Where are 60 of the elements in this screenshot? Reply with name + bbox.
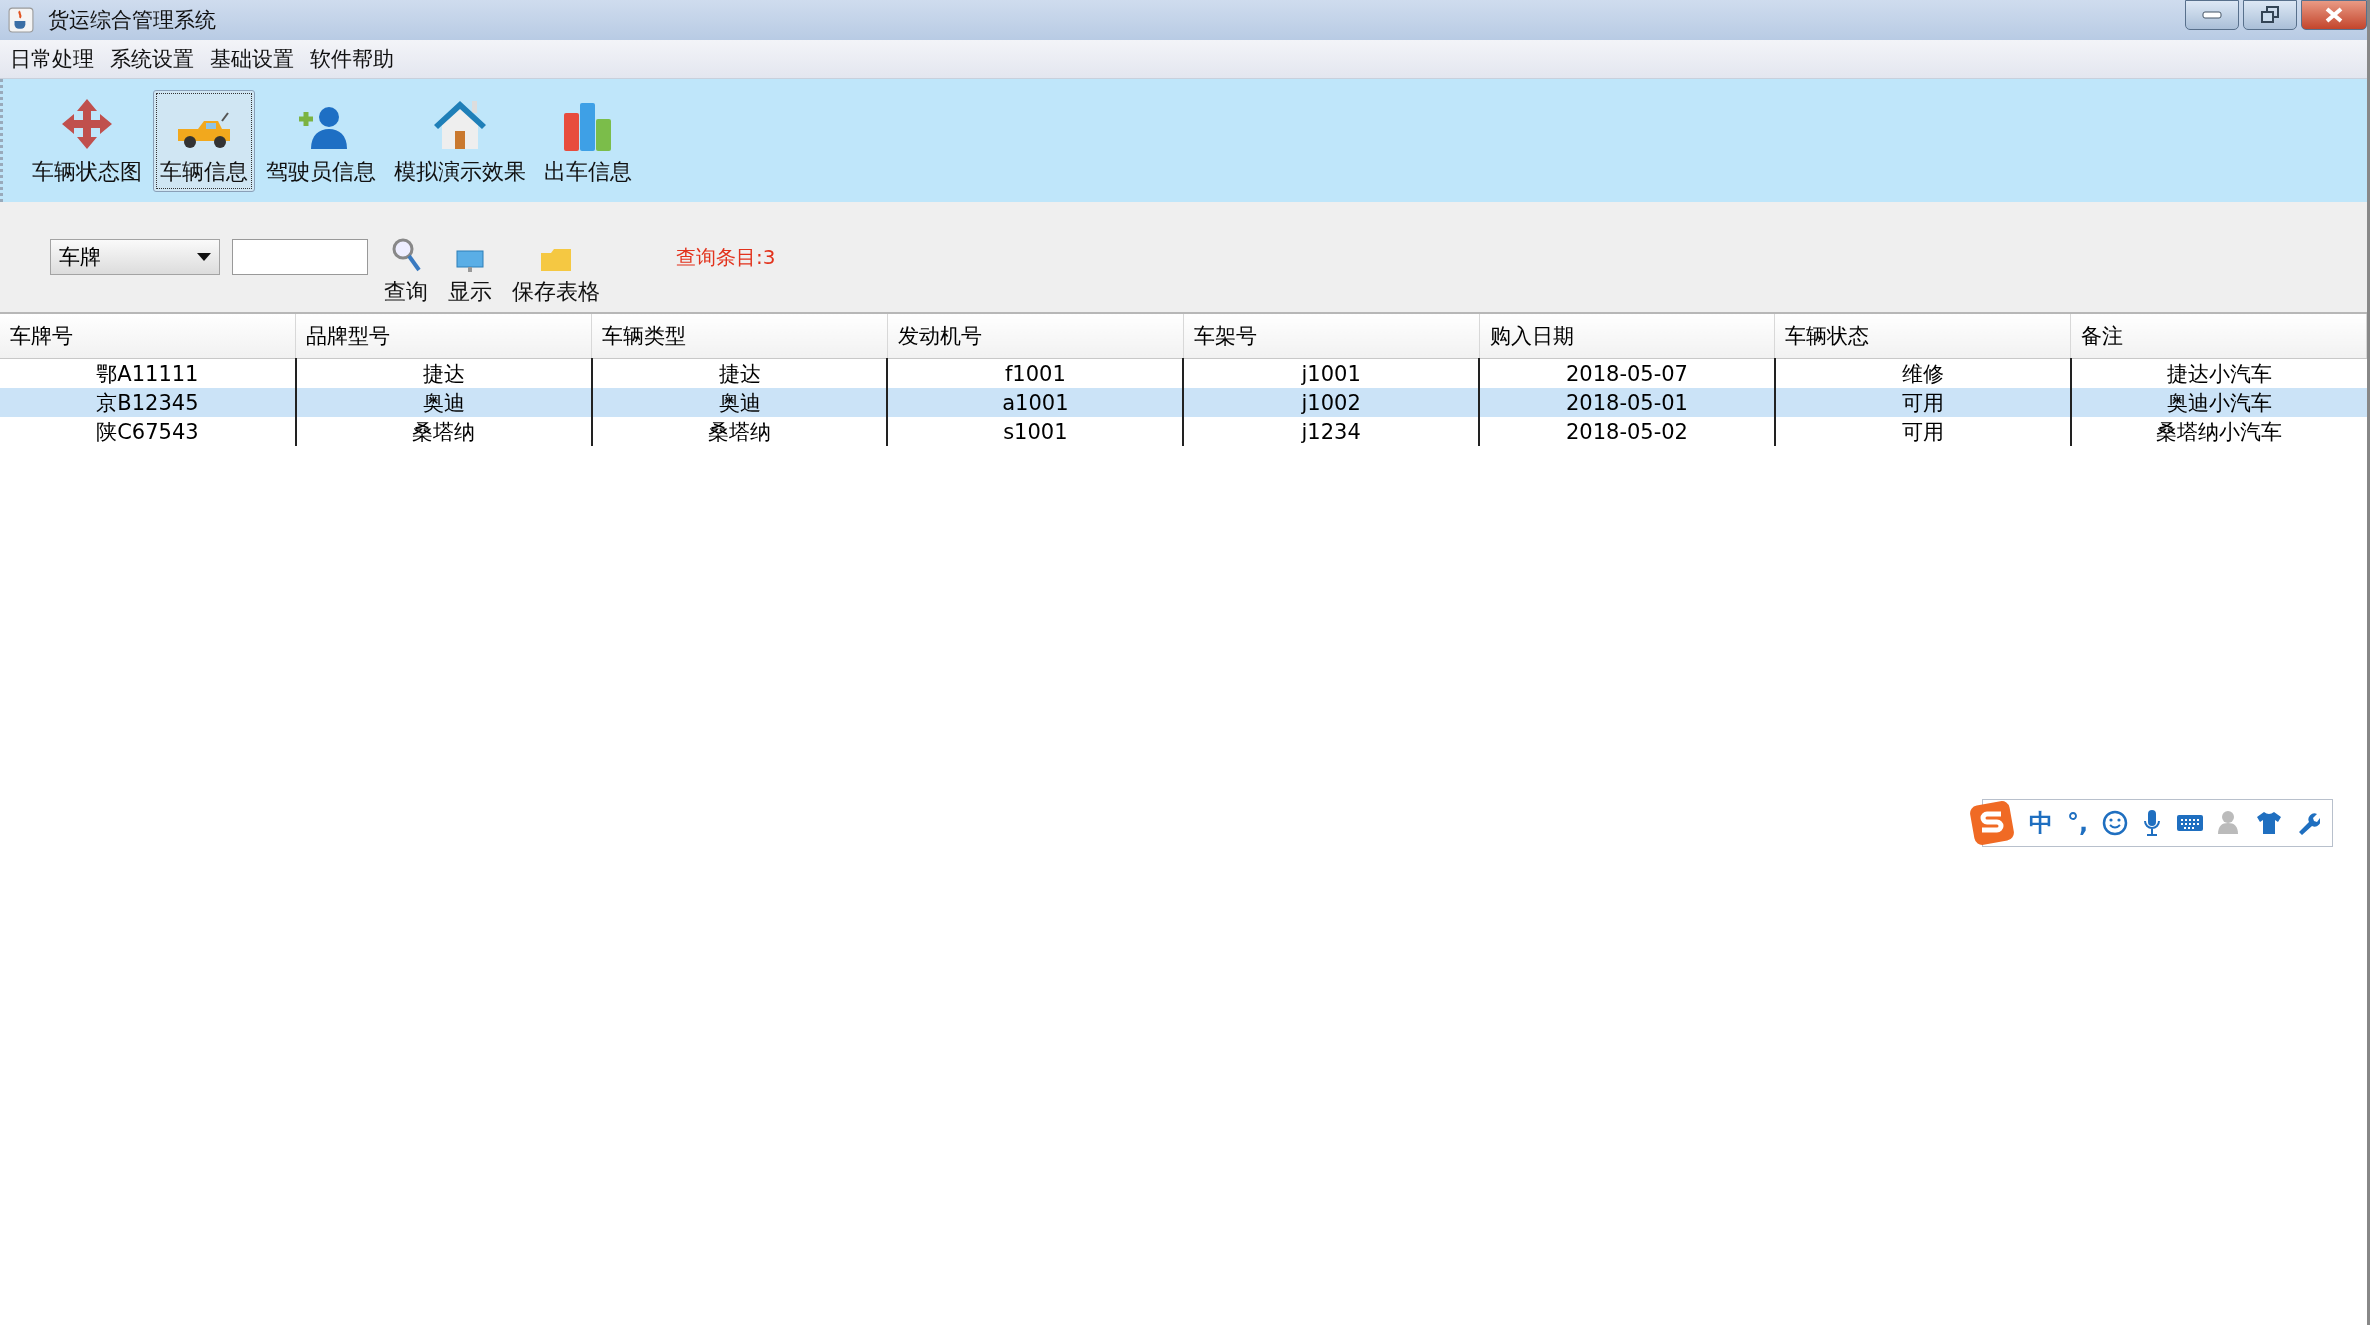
table-cell: 京B12345 [0,388,296,417]
table-cell: j1234 [1183,417,1480,446]
table-cell: 可用 [1774,388,2071,417]
toolbar-button[interactable]: 模拟演示效果 [387,89,533,192]
table-cell: 桑塔纳 [591,417,888,446]
magnifier-icon [391,237,421,273]
menu-item[interactable]: 系统设置 [110,45,194,73]
close-icon [2324,7,2344,23]
close-button[interactable] [2301,0,2367,30]
caret-icon [197,253,211,261]
table-cell: 陕C67543 [0,417,296,446]
shirt-icon[interactable] [2256,811,2282,835]
table-cell: 2018-05-02 [1479,417,1775,446]
menu-item[interactable]: 日常处理 [10,45,94,73]
table-cell: 奥迪 [295,388,592,417]
field-dropdown[interactable]: 车牌 [50,239,220,275]
action-button[interactable]: 显示 [444,207,496,307]
result-count: 查询条目:3 [676,243,776,271]
toolbar-button[interactable]: 驾驶员信息 [259,89,383,192]
table-cell: 奥迪小汽车 [2070,388,2367,417]
table-row[interactable]: 京B12345 奥迪 奥迪 a1001 j1002 2018-05-01 可用 奥迪小汽车 [0,388,2367,417]
column-header[interactable]: 发动机号 [887,314,1184,359]
toolbar-button[interactable]: 车辆状态图 [25,89,149,192]
table-cell: j1002 [1183,388,1480,417]
table-cell: 奥迪 [591,388,888,417]
column-header[interactable]: 品牌型号 [295,314,592,359]
column-header[interactable]: 车牌号 [0,314,296,359]
toolbar-button[interactable]: 出车信息 [537,89,639,192]
table-cell: 捷达小汽车 [2070,358,2367,388]
keyboard-icon[interactable] [2176,813,2204,833]
minimize-icon [2202,11,2222,19]
restore-button[interactable] [2243,0,2297,30]
table-cell: s1001 [887,417,1184,446]
column-header[interactable]: 车架号 [1183,314,1480,359]
table-cell: a1001 [887,388,1184,417]
table-cell: 可用 [1774,417,2071,446]
table-cell: 2018-05-01 [1479,388,1775,417]
table-cell: 桑塔纳小汽车 [2070,417,2367,446]
column-header[interactable]: 车辆状态 [1774,314,2071,359]
smiley-icon[interactable] [2102,810,2128,836]
window-title: 货运综合管理系统 [48,7,216,34]
action-button[interactable]: 查询 [380,207,432,307]
action-button[interactable]: 保存表格 [508,207,604,307]
bar-chart-icon [562,100,614,151]
column-header[interactable]: 备注 [2070,314,2367,359]
input-mode-toggle[interactable]: 中 [2028,807,2053,839]
column-header[interactable]: 车辆类型 [591,314,888,359]
column-header[interactable]: 购入日期 [1479,314,1775,359]
monitor-icon [455,249,485,273]
microphone-icon[interactable] [2142,809,2162,837]
minimize-button[interactable] [2185,0,2239,30]
search-field[interactable] [232,239,368,275]
table-row[interactable]: 陕C67543 桑塔纳 桑塔纳 s1001 j1234 2018-05-02 可用 桑塔纳小汽车 [0,417,2367,446]
table-cell: 桑塔纳 [295,417,592,446]
punctuation-toggle[interactable]: °, [2066,809,2088,837]
coffee-cup-icon [8,7,34,33]
toolbar-button[interactable]: 车辆信息 [153,89,255,192]
menu-item[interactable]: 软件帮助 [310,45,394,73]
restore-icon [2260,6,2280,24]
menu-item[interactable]: 基础设置 [210,45,294,73]
